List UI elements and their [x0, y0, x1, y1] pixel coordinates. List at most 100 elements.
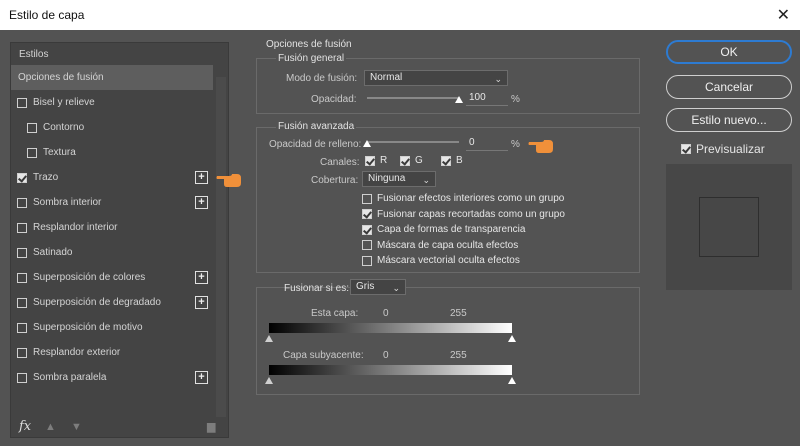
underlying-layer-max: 255	[450, 350, 467, 361]
preview-check-icon[interactable]	[681, 144, 691, 154]
advanced-option-check-icon[interactable]	[362, 209, 372, 219]
advanced-option-check-icon[interactable]	[362, 224, 372, 235]
advanced-option[interactable]: Máscara de capa oculta efectos	[362, 240, 518, 251]
opacity-slider-thumb[interactable]	[455, 96, 463, 103]
ok-button[interactable]: OK	[666, 40, 792, 64]
this-layer-black-stop[interactable]	[265, 335, 273, 342]
preview-checkbox[interactable]: Previsualizar	[681, 142, 765, 156]
style-item[interactable]: Contorno	[11, 115, 213, 140]
style-checkbox[interactable]	[17, 297, 27, 308]
pointing-hand-icon	[216, 174, 241, 187]
styles-panel: Estilos Opciones de fusión Bisel y reliev…	[10, 42, 229, 438]
blend-mode-label: Modo de fusión:	[286, 73, 358, 84]
advanced-option[interactable]: Fusionar efectos interiores como un grup…	[362, 193, 564, 204]
style-item-label: Contorno	[43, 122, 85, 133]
style-item-label: Superposición de degradado	[33, 297, 161, 308]
style-item-label: Opciones de fusión	[18, 72, 104, 83]
channel-checkbox[interactable]: G	[400, 155, 423, 166]
style-item-label: Sombra interior	[33, 197, 102, 208]
style-item-label: Superposición de colores	[33, 272, 146, 283]
style-item[interactable]: Resplandor interior	[11, 215, 213, 240]
style-checkbox[interactable]	[17, 197, 27, 208]
channel-check-icon[interactable]	[441, 155, 451, 166]
fill-opacity-label: Opacidad de relleno:	[269, 139, 362, 150]
cancel-button[interactable]: Cancelar	[666, 75, 792, 99]
style-item[interactable]: Sombra interior +	[11, 190, 213, 215]
style-checkbox[interactable]	[17, 97, 27, 108]
style-item[interactable]: Resplandor exterior	[11, 340, 213, 365]
new-style-button[interactable]: Estilo nuevo...	[666, 108, 792, 132]
channel-check-icon[interactable]	[365, 155, 375, 166]
style-checkbox[interactable]	[17, 347, 27, 358]
channel-checkbox[interactable]: R	[365, 155, 387, 166]
close-icon[interactable]: ✕	[777, 5, 790, 25]
style-item[interactable]: Bisel y relieve	[11, 90, 213, 115]
knockout-select[interactable]: Ninguna ⌄	[362, 171, 436, 187]
style-item-label: Trazo	[33, 172, 59, 183]
fx-icon[interactable]: fx	[19, 419, 31, 434]
style-item[interactable]: Superposición de motivo	[11, 315, 213, 340]
advanced-option[interactable]: Máscara vectorial oculta efectos	[362, 255, 520, 266]
style-checkbox[interactable]	[17, 372, 27, 383]
style-item-label: Sombra paralela	[33, 372, 107, 383]
channel-check-icon[interactable]	[400, 155, 410, 166]
underlying-layer-label: Capa subyacente:	[283, 350, 364, 361]
knockout-value: Ninguna	[368, 173, 406, 184]
advanced-blending-title: Fusión avanzada	[276, 121, 357, 132]
fill-opacity-slider-thumb[interactable]	[363, 140, 371, 147]
layer-style-dialog: Estilos Opciones de fusión Bisel y reliev…	[0, 30, 800, 446]
style-item[interactable]: Textura	[11, 140, 213, 165]
add-effect-icon[interactable]: +	[195, 371, 208, 384]
advanced-option[interactable]: Fusionar capas recortadas como un grupo	[362, 209, 565, 220]
opacity-input[interactable]: 100	[466, 92, 508, 106]
blend-if-select[interactable]: Gris ⌄	[350, 279, 406, 295]
move-up-icon[interactable]: ▲	[45, 421, 56, 433]
style-item[interactable]: Opciones de fusión	[11, 65, 213, 90]
trash-icon[interactable]: ▆	[207, 420, 215, 433]
blending-options-title: Opciones de fusión	[266, 39, 352, 50]
this-layer-white-stop[interactable]	[508, 335, 516, 342]
style-checkbox[interactable]	[17, 172, 27, 183]
style-checkbox[interactable]	[27, 122, 37, 133]
advanced-option-check-icon[interactable]	[362, 240, 372, 250]
style-item[interactable]: Superposición de degradado +	[11, 290, 213, 315]
opacity-slider[interactable]	[367, 97, 459, 99]
opacity-label: Opacidad:	[311, 94, 357, 105]
channel-label: B	[456, 155, 463, 166]
add-effect-icon[interactable]: +	[195, 171, 208, 184]
channel-checkbox[interactable]: B	[441, 155, 463, 166]
add-effect-icon[interactable]: +	[195, 296, 208, 309]
style-checkbox[interactable]	[17, 272, 27, 283]
opacity-unit: %	[511, 94, 520, 105]
underlying-layer-min: 0	[383, 350, 389, 361]
underlying-layer-gradient	[269, 365, 512, 375]
fill-opacity-input[interactable]: 0	[466, 137, 508, 151]
style-checkbox[interactable]	[17, 247, 27, 258]
style-item-label: Textura	[43, 147, 76, 158]
style-checkbox[interactable]	[17, 222, 27, 233]
move-down-icon[interactable]: ▼	[71, 421, 82, 433]
advanced-option-label: Fusionar capas recortadas como un grupo	[377, 208, 565, 220]
advanced-option-check-icon[interactable]	[362, 193, 372, 204]
style-item[interactable]: Satinado	[11, 240, 213, 265]
style-checkbox[interactable]	[27, 147, 37, 158]
advanced-option-check-icon[interactable]	[362, 255, 372, 266]
style-item[interactable]: Superposición de colores +	[11, 265, 213, 290]
style-item-label: Superposición de motivo	[33, 322, 143, 333]
add-effect-icon[interactable]: +	[195, 271, 208, 284]
advanced-option-label: Máscara vectorial oculta efectos	[377, 255, 520, 266]
fill-opacity-slider[interactable]	[367, 141, 459, 143]
style-item[interactable]: Trazo +	[11, 165, 213, 190]
styles-scrollbar[interactable]	[216, 77, 226, 417]
general-blending-group	[256, 58, 640, 114]
knockout-label: Cobertura:	[311, 175, 359, 186]
blend-mode-value: Normal	[370, 72, 403, 83]
underlying-white-stop[interactable]	[508, 377, 516, 384]
advanced-option[interactable]: Capa de formas de transparencia	[362, 224, 525, 235]
blend-mode-select[interactable]: Normal ⌄	[364, 70, 508, 86]
style-item[interactable]: Sombra paralela +	[11, 365, 213, 390]
underlying-black-stop[interactable]	[265, 377, 273, 384]
add-effect-icon[interactable]: +	[195, 196, 208, 209]
styles-header[interactable]: Estilos	[19, 49, 48, 60]
style-checkbox[interactable]	[17, 322, 27, 333]
